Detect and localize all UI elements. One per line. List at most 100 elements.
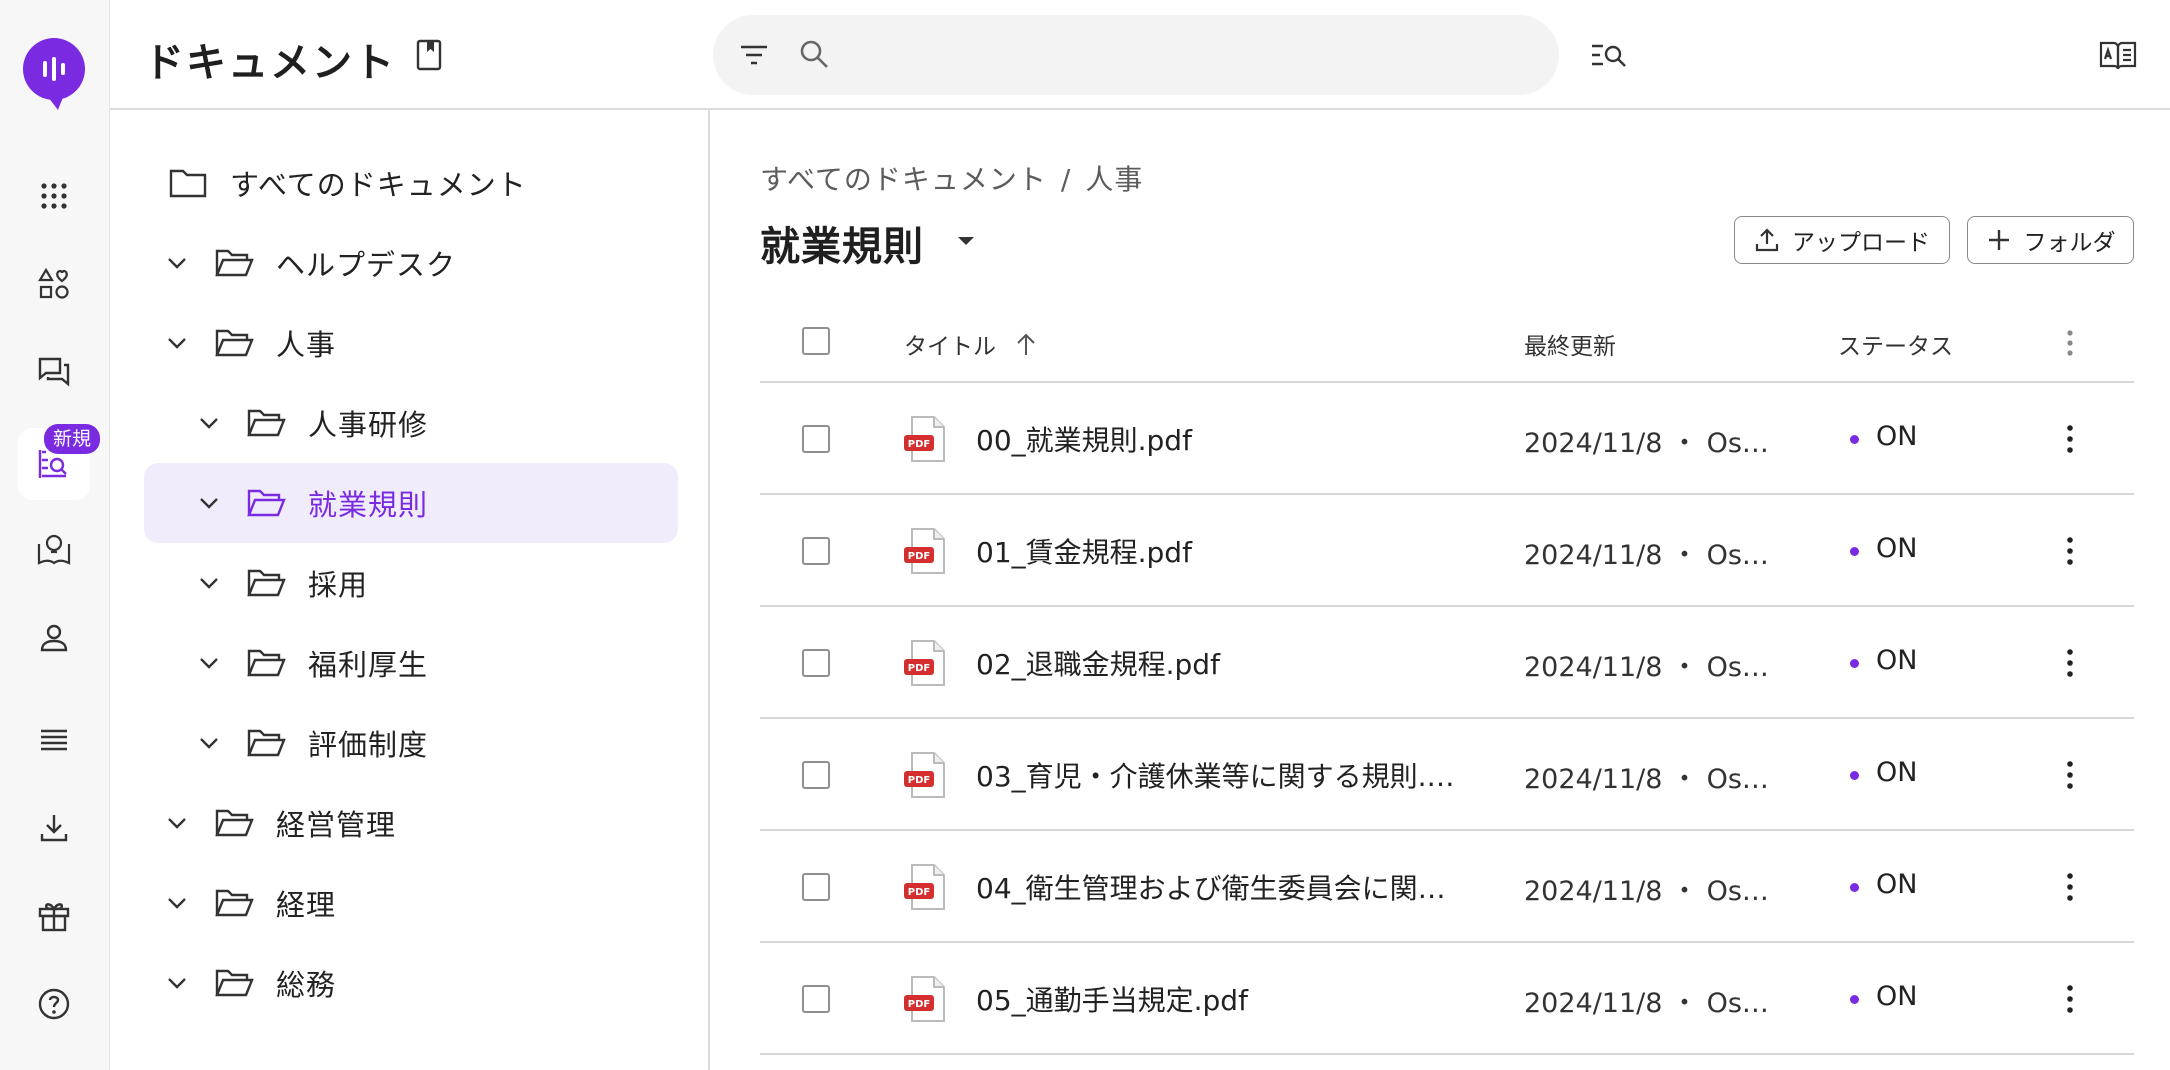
tree-item-general-affairs[interactable]: 総務 [162, 943, 336, 1023]
new-folder-button-label: フォルダ [2023, 230, 2116, 256]
more-options-icon[interactable] [2060, 645, 2080, 681]
table-row[interactable]: PDF 04_衛生管理および衛生委員会に関… 2024/11/8 ・ Os… O… [760, 831, 2134, 943]
status-dot [1850, 771, 1859, 780]
row-checkbox[interactable] [802, 537, 830, 565]
help-icon [38, 988, 70, 1020]
tree-item-work-rules[interactable]: 就業規則 [144, 463, 678, 543]
breadcrumb-item-hr[interactable]: 人事 [1085, 163, 1143, 196]
tree-item-benefits[interactable]: 福利厚生 [194, 623, 428, 703]
rail-help-button[interactable] [18, 968, 90, 1040]
upload-button[interactable]: アップロード [1734, 216, 1950, 264]
table-row[interactable]: PDF 03_育児・介護休業等に関する規則.… 2024/11/8 ・ Os… … [760, 719, 2134, 831]
file-updated: 2024/11/8 ・ Os… [1524, 764, 1769, 795]
row-checkbox[interactable] [802, 761, 830, 789]
status-badge: ON [1876, 981, 1918, 1012]
tree-item-label: 人事研修 [308, 408, 429, 442]
file-name[interactable]: 01_賃金規程.pdf [976, 531, 1192, 571]
row-checkbox[interactable] [802, 649, 830, 677]
search-input[interactable] [843, 33, 1533, 77]
app-logo[interactable] [23, 38, 85, 100]
breadcrumb-item-all[interactable]: すべてのドキュメント [760, 163, 1047, 196]
chevron-down-icon[interactable] [194, 488, 224, 518]
status-dot [1850, 435, 1859, 444]
page-title: ドキュメント [144, 40, 396, 86]
new-badge: 新規 [44, 424, 101, 454]
status-badge: ON [1876, 421, 1918, 452]
knowledge-icon [37, 534, 71, 565]
nav-rail: 新規 [0, 0, 110, 1070]
rail-download-button[interactable] [18, 792, 90, 864]
folder-open-icon [215, 249, 254, 277]
breadcrumb-separator: / [1060, 163, 1072, 196]
tree-item-accounting[interactable]: 経理 [162, 863, 336, 943]
tree-item-hr[interactable]: 人事 [162, 303, 336, 383]
tree-item-label: ヘルプデスク [276, 248, 457, 282]
svg-text:PDF: PDF [908, 663, 930, 674]
rail-apps-button[interactable] [18, 160, 90, 232]
caret-down-icon[interactable] [954, 232, 978, 250]
top-bar: ドキュメント [110, 0, 2170, 110]
tree-item-label: 就業規則 [308, 488, 429, 522]
chevron-down-icon[interactable] [194, 648, 224, 678]
file-name[interactable]: 02_退職金規程.pdf [976, 643, 1220, 683]
chevron-down-icon[interactable] [162, 968, 192, 998]
rail-knowledge-button[interactable] [18, 514, 90, 586]
chevron-down-icon[interactable] [162, 808, 192, 838]
column-updated[interactable]: 最終更新 [1524, 327, 1616, 361]
advanced-search-icon[interactable] [1589, 38, 1629, 72]
column-status[interactable]: ステータス [1838, 327, 1953, 361]
status-badge: ON [1876, 869, 1918, 900]
new-folder-button[interactable]: フォルダ [1967, 216, 2134, 264]
file-name[interactable]: 03_育児・介護休業等に関する規則.… [976, 755, 1455, 795]
more-options-icon[interactable] [2060, 869, 2080, 905]
tree-item-all-documents[interactable]: すべてのドキュメント [168, 143, 527, 223]
tree-item-label: 採用 [308, 568, 369, 602]
file-name[interactable]: 00_就業規則.pdf [976, 419, 1192, 459]
row-checkbox[interactable] [802, 425, 830, 453]
dictionary-icon[interactable] [2098, 38, 2138, 72]
chevron-down-icon[interactable] [162, 328, 192, 358]
rail-chat-button[interactable] [18, 336, 90, 408]
rail-list-button[interactable] [18, 704, 90, 776]
column-title[interactable]: タイトル [904, 327, 996, 361]
more-options-icon[interactable] [2060, 981, 2080, 1017]
chevron-down-icon[interactable] [194, 408, 224, 438]
rail-users-button[interactable] [18, 602, 90, 674]
column-menu-icon[interactable] [2060, 327, 2080, 359]
tree-item-label: すべてのドキュメント [230, 168, 527, 202]
chevron-down-icon[interactable] [162, 248, 192, 278]
pdf-file-icon: PDF [904, 640, 945, 686]
chevron-down-icon[interactable] [194, 568, 224, 598]
rail-favorites-button[interactable] [18, 248, 90, 320]
pdf-file-icon: PDF [904, 416, 945, 462]
tree-item-recruiting[interactable]: 採用 [194, 543, 368, 623]
file-updated: 2024/11/8 ・ Os… [1524, 540, 1769, 571]
file-name[interactable]: 05_通勤手当規定.pdf [976, 979, 1248, 1019]
chevron-down-icon[interactable] [194, 728, 224, 758]
row-checkbox[interactable] [802, 873, 830, 901]
table-row[interactable]: PDF 01_賃金規程.pdf 2024/11/8 ・ Os… ON [760, 495, 2134, 607]
sort-ascending-icon[interactable] [1014, 331, 1038, 357]
tree-item-evaluation[interactable]: 評価制度 [194, 703, 428, 783]
more-options-icon[interactable] [2060, 533, 2080, 569]
folder-open-icon [247, 569, 286, 597]
tree-item-hr-training[interactable]: 人事研修 [194, 383, 428, 463]
filter-icon[interactable] [737, 39, 771, 71]
chat-icon [38, 357, 70, 387]
tree-item-helpdesk[interactable]: ヘルプデスク [162, 223, 456, 303]
row-checkbox[interactable] [802, 985, 830, 1013]
tree-item-label: 福利厚生 [308, 648, 429, 682]
tree-item-label: 評価制度 [308, 728, 429, 762]
rail-gift-button[interactable] [18, 880, 90, 952]
tree-item-label: 人事 [276, 328, 337, 362]
more-options-icon[interactable] [2060, 421, 2080, 457]
table-row[interactable]: PDF 05_通勤手当規定.pdf 2024/11/8 ・ Os… ON [760, 943, 2134, 1055]
chevron-down-icon[interactable] [162, 888, 192, 918]
table-row[interactable]: PDF 02_退職金規程.pdf 2024/11/8 ・ Os… ON [760, 607, 2134, 719]
file-name[interactable]: 04_衛生管理および衛生委員会に関… [976, 867, 1446, 907]
bookmark-book-icon[interactable] [412, 38, 446, 72]
more-options-icon[interactable] [2060, 757, 2080, 793]
tree-item-management[interactable]: 経営管理 [162, 783, 396, 863]
select-all-checkbox[interactable] [802, 327, 830, 355]
table-row[interactable]: PDF 00_就業規則.pdf 2024/11/8 ・ Os… ON [760, 383, 2134, 495]
